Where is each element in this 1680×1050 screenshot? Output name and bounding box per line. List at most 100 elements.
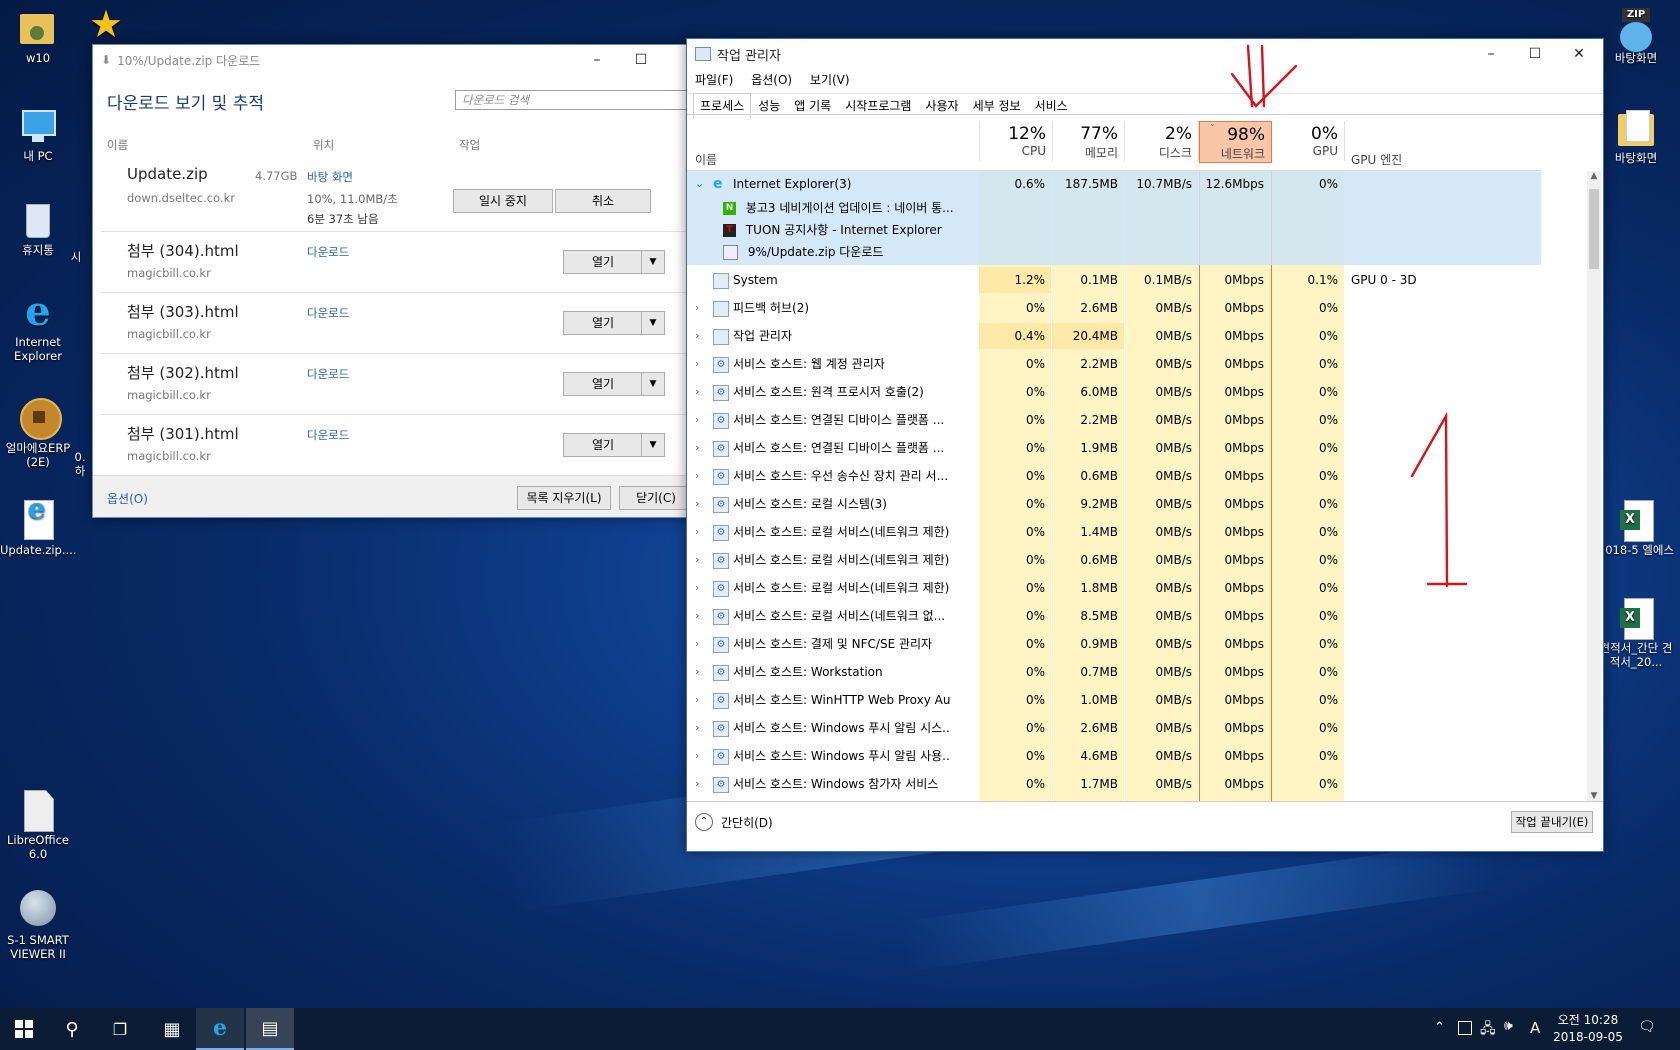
- process-row[interactable]: › ⚙ 서비스 호스트: 원격 프로시저 호출(2) 0% 6.0MB 0MB/s 0Mbp…: [687, 379, 1541, 405]
- expand-chevron-icon[interactable]: ›: [695, 687, 699, 713]
- calculator-icon[interactable]: ▦: [148, 1008, 196, 1050]
- scrollbar[interactable]: ▲ ▼: [1587, 171, 1601, 801]
- task-view-icon[interactable]: ❐: [96, 1008, 144, 1050]
- start-button[interactable]: [0, 1008, 48, 1050]
- expand-chevron-icon[interactable]: ›: [695, 323, 699, 349]
- collapse-chevron-icon[interactable]: ⌄: [695, 171, 704, 197]
- expand-chevron-icon[interactable]: ›: [695, 715, 699, 741]
- fewer-details-button[interactable]: ⌃ 간단히(D): [695, 813, 773, 831]
- expand-chevron-icon[interactable]: ›: [695, 519, 699, 545]
- process-row[interactable]: › ⚙ 서비스 호스트: 로컬 서비스(네트워크 제한) 0% 1.4MB 0MB/s 0M…: [687, 519, 1541, 545]
- process-row[interactable]: System 1.2% 0.1MB 0.1MB/s 0Mbps 0.1% GPU 0 - 3…: [687, 267, 1541, 293]
- expand-chevron-icon[interactable]: ›: [695, 351, 699, 377]
- process-row[interactable]: › 작업 관리자 0.4% 20.4MB 0MB/s 0Mbps 0%: [687, 323, 1541, 349]
- pause-button[interactable]: 일시 중지: [453, 189, 553, 213]
- clear-list-button[interactable]: 목록 지우기(L): [517, 486, 611, 510]
- close-button[interactable]: 닫기(C): [619, 486, 693, 510]
- task-manager-titlebar[interactable]: 작업 관리자 – ☐ ✕: [687, 39, 1603, 69]
- download-location-link[interactable]: 다운로드: [307, 366, 349, 382]
- process-row[interactable]: › ⚙ 서비스 호스트: 웹 계정 관리자 0% 2.2MB 0MB/s 0Mbps 0%: [687, 351, 1541, 377]
- open-button[interactable]: 열기: [563, 250, 643, 274]
- open-options-dropdown[interactable]: ▼: [641, 433, 665, 457]
- download-location-link[interactable]: 다운로드: [307, 427, 349, 443]
- download-search-input[interactable]: 다운로드 검색: [455, 90, 693, 110]
- expand-chevron-icon[interactable]: ›: [695, 379, 699, 405]
- volume-icon[interactable]: 🕪: [1504, 1018, 1513, 1034]
- child-window-row[interactable]: T TUON 공지사항 - Internet Explorer: [723, 219, 942, 241]
- open-options-dropdown[interactable]: ▼: [641, 250, 665, 274]
- notification-center-icon[interactable]: 🗨: [1638, 1019, 1656, 1035]
- col-header-name[interactable]: 이름: [695, 151, 717, 168]
- process-group-ie[interactable]: ⌄ e Internet Explorer(3) 0.6% 187.5MB 10…: [687, 171, 1541, 265]
- open-options-dropdown[interactable]: ▼: [641, 311, 665, 335]
- desktop-icon-erp[interactable]: 얼마에요ERP (2E): [0, 398, 76, 469]
- search-icon[interactable]: ⚲: [48, 1008, 96, 1050]
- internet-explorer-icon[interactable]: e: [196, 1008, 244, 1050]
- process-row[interactable]: › ⚙ 서비스 호스트: 결제 및 NFC/SE 관리자 0% 0.9MB 0MB/s 0M…: [687, 631, 1541, 657]
- menu-file[interactable]: 파일(F): [695, 73, 733, 87]
- process-row[interactable]: › ⚙ 서비스 호스트: 우선 송수신 장치 관리 서... 0% 0.6MB 0MB/s…: [687, 463, 1541, 489]
- expand-chevron-icon[interactable]: ›: [695, 771, 699, 797]
- cancel-button[interactable]: 취소: [555, 189, 651, 213]
- close-button[interactable]: ✕: [1557, 39, 1601, 69]
- download-location-link[interactable]: 다운로드: [307, 244, 349, 260]
- download-item[interactable]: 첨부 (301).html magicbill.co.kr 다운로드 열기 ▼: [101, 414, 693, 476]
- process-row[interactable]: › ⚙ 서비스 호스트: 연결된 디바이스 플랫폼 ... 0% 1.9MB 0MB/s 0…: [687, 435, 1541, 461]
- download-item[interactable]: Update.zip 4.77GB down.dseltec.co.kr 바탕 …: [101, 155, 693, 231]
- process-row[interactable]: › ⚙ 서비스 호스트: 로컬 시스템(3) 0% 9.2MB 0MB/s 0Mbps 0%: [687, 491, 1541, 517]
- download-item[interactable]: 첨부 (303).html magicbill.co.kr 다운로드 열기 ▼: [101, 292, 693, 354]
- process-row[interactable]: › ⚙ 서비스 호스트: 로컬 서비스(네트워크 제한) 0% 0.6MB 0MB/s 0M…: [687, 547, 1541, 573]
- task-manager-taskbar-icon[interactable]: ▤: [246, 1008, 294, 1050]
- col-header-gpu[interactable]: 0% GPU: [1272, 121, 1345, 161]
- menu-view[interactable]: 보기(V): [810, 73, 850, 87]
- expand-chevron-icon[interactable]: ›: [695, 743, 699, 769]
- minimize-button[interactable]: –: [575, 45, 619, 75]
- expand-chevron-icon[interactable]: ›: [695, 547, 699, 573]
- col-header-cpu[interactable]: 12% CPU: [979, 121, 1053, 161]
- process-row[interactable]: › ⚙ 서비스 호스트: 로컬 서비스(네트워크 제한) 0% 1.8MB 0MB/s 0M…: [687, 575, 1541, 601]
- download-titlebar[interactable]: ⬇ 10%/Update.zip 다운로드 – ☐: [93, 45, 693, 75]
- expand-chevron-icon[interactable]: ›: [695, 407, 699, 433]
- open-button[interactable]: 열기: [563, 372, 643, 396]
- clock[interactable]: 오전 10:28 2018-09-05: [1548, 1012, 1628, 1046]
- desktop-icon-desktop-folder[interactable]: 바탕화면: [1596, 108, 1676, 165]
- child-window-row[interactable]: 9%/Update.zip 다운로드: [723, 241, 883, 263]
- safely-remove-icon[interactable]: [1458, 1021, 1472, 1035]
- expand-chevron-icon[interactable]: ›: [695, 631, 699, 657]
- process-row[interactable]: › ⚙ 서비스 호스트: Windows 참가자 서비스 0% 1.7MB 0MB/s 0M…: [687, 771, 1541, 797]
- options-link[interactable]: 옵션(O): [107, 490, 148, 507]
- scroll-thumb[interactable]: [1589, 189, 1599, 269]
- process-row[interactable]: › 피드백 허브(2) 0% 2.6MB 0MB/s 0Mbps 0%: [687, 295, 1541, 321]
- maximize-button[interactable]: ☐: [619, 45, 663, 75]
- open-button[interactable]: 열기: [563, 433, 643, 457]
- download-item[interactable]: 첨부 (302).html magicbill.co.kr 다운로드 열기 ▼: [101, 353, 693, 415]
- desktop-icon-star[interactable]: ★: [76, 4, 136, 47]
- scroll-down-icon[interactable]: ▼: [1587, 791, 1601, 801]
- expand-chevron-icon[interactable]: ›: [695, 603, 699, 629]
- desktop-icon-smart-viewer[interactable]: S-1 SMART VIEWER II: [0, 890, 76, 961]
- col-header-network[interactable]: ˇ 98% 네트워크: [1199, 121, 1272, 163]
- expand-chevron-icon[interactable]: ›: [695, 463, 699, 489]
- col-header-memory[interactable]: 77% 메모리: [1052, 121, 1125, 161]
- expand-chevron-icon[interactable]: ›: [695, 295, 699, 321]
- col-header-disk[interactable]: 2% 디스크: [1125, 121, 1199, 161]
- maximize-button[interactable]: ☐: [1513, 39, 1557, 69]
- open-options-dropdown[interactable]: ▼: [641, 372, 665, 396]
- col-header-gpu-engine[interactable]: GPU 엔진: [1351, 151, 1402, 168]
- ime-indicator[interactable]: A: [1530, 1019, 1540, 1037]
- network-icon[interactable]: 🖧: [1480, 1018, 1496, 1042]
- open-button[interactable]: 열기: [563, 311, 643, 335]
- desktop-icon-excel-2018[interactable]: X 2018-5 엘에스: [1596, 500, 1676, 557]
- desktop-icon-libreoffice[interactable]: LibreOffice 6.0: [0, 790, 76, 861]
- child-window-row[interactable]: N 봉고3 네비게이션 업데이트 : 네이버 통...: [723, 197, 954, 219]
- desktop-icon-update-zip[interactable]: e Update.zip....: [0, 495, 76, 558]
- scroll-up-icon[interactable]: ▲: [1587, 171, 1601, 181]
- expand-chevron-icon[interactable]: ›: [695, 435, 699, 461]
- desktop-icon-zip-folder[interactable]: ZIP 바탕화면: [1596, 8, 1676, 65]
- desktop-icon-recycle-bin[interactable]: 휴지통: [0, 200, 76, 257]
- process-row[interactable]: › ⚙ 서비스 호스트: Windows 푸시 알림 시스... 0% 2.6MB 0MB…: [687, 715, 1541, 741]
- expand-chevron-icon[interactable]: ›: [695, 575, 699, 601]
- expand-chevron-icon[interactable]: ›: [695, 491, 699, 517]
- process-row[interactable]: › ⚙ 서비스 호스트: 연결된 디바이스 플랫폼 ... 0% 2.2MB 0MB/s 0…: [687, 407, 1541, 433]
- process-row[interactable]: › ⚙ 서비스 호스트: Workstation 0% 0.7MB 0MB/s 0Mbps 0…: [687, 659, 1541, 685]
